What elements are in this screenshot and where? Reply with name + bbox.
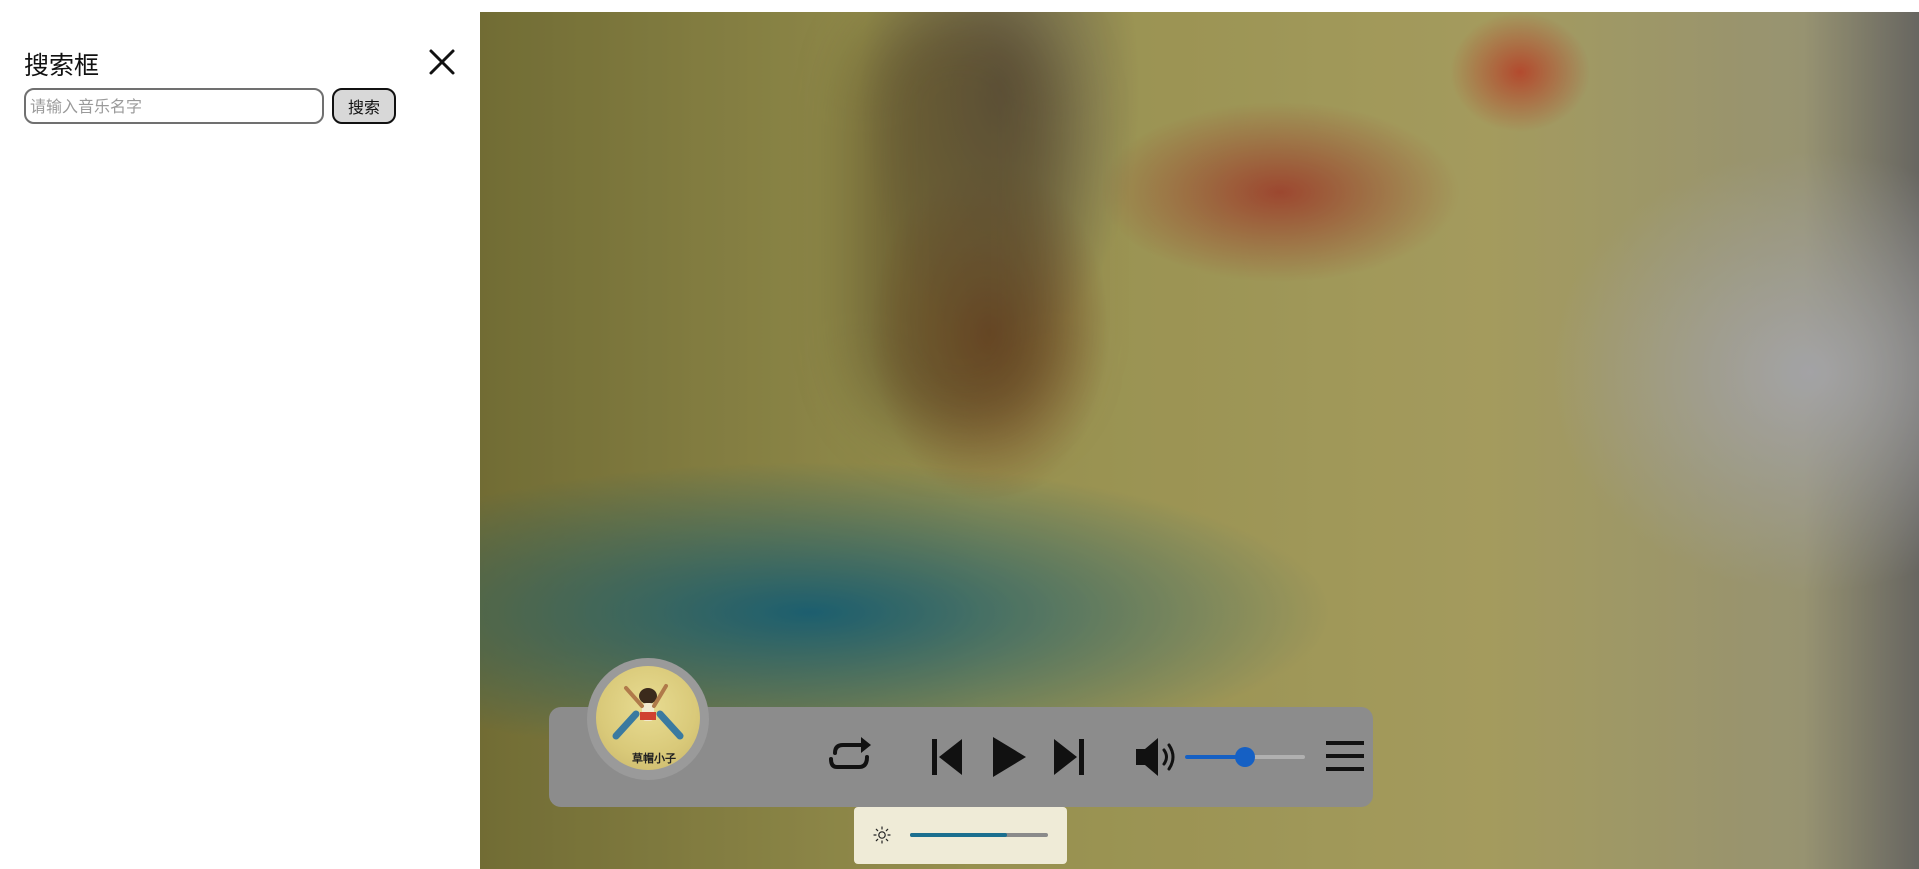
skip-next-icon[interactable]	[1052, 737, 1086, 777]
search-panel: 搜索框 搜索	[0, 0, 479, 869]
search-panel-title: 搜索框	[24, 51, 100, 80]
search-button[interactable]: 搜索	[332, 88, 396, 124]
album-title: 草帽小子	[632, 752, 676, 765]
brightness-slider[interactable]	[910, 833, 1048, 837]
brightness-fill	[910, 833, 1007, 837]
volume-thumb[interactable]	[1235, 747, 1255, 767]
volume-icon[interactable]	[1134, 735, 1180, 779]
repeat-icon[interactable]	[825, 735, 877, 777]
volume-slider[interactable]	[1185, 747, 1305, 767]
menu-icon[interactable]	[1326, 739, 1364, 773]
sun-icon	[873, 826, 891, 844]
play-icon[interactable]	[990, 735, 1028, 779]
search-input[interactable]	[24, 88, 324, 124]
brightness-panel	[854, 807, 1067, 864]
skip-previous-icon[interactable]	[930, 737, 964, 777]
close-icon[interactable]	[426, 46, 458, 78]
